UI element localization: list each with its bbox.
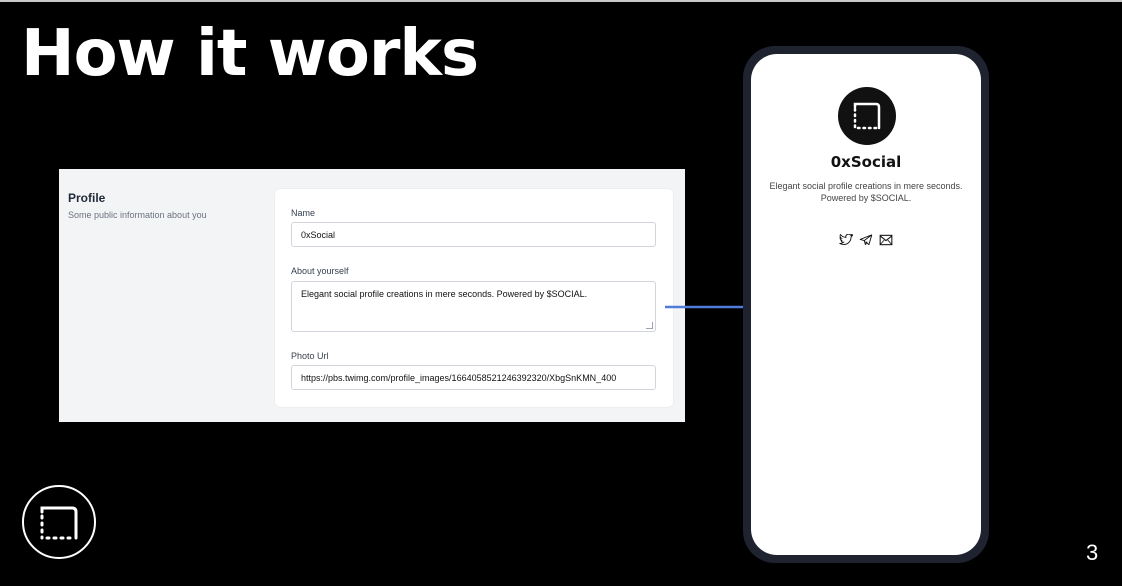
about-label: About yourself: [291, 266, 349, 276]
section-title: Profile: [68, 191, 106, 205]
twitter-icon[interactable]: [839, 234, 853, 246]
profile-bio: Elegant social profile creations in mere…: [751, 180, 981, 204]
about-text: Elegant social profile creations in mere…: [301, 289, 588, 299]
phone-mockup: 0xSocial Elegant social profile creation…: [743, 46, 989, 563]
bio-line-2: Powered by $SOCIAL.: [820, 193, 912, 203]
section-subtitle: Some public information about you: [68, 210, 207, 220]
name-label: Name: [291, 208, 316, 218]
photo-url-label: Photo Url: [291, 351, 329, 361]
telegram-icon[interactable]: [859, 234, 873, 246]
resize-handle-icon[interactable]: [646, 322, 653, 329]
slide-title: How it works: [21, 17, 479, 91]
email-icon[interactable]: [879, 234, 893, 246]
avatar: [838, 87, 896, 145]
profile-name: 0xSocial: [830, 153, 902, 171]
phone-screen: 0xSocial Elegant social profile creation…: [751, 54, 981, 555]
top-divider: [0, 0, 1122, 2]
page-number: 3: [1086, 540, 1099, 565]
form-card: Name 0xSocial About yourself Elegant soc…: [275, 189, 673, 407]
about-textarea[interactable]: Elegant social profile creations in mere…: [291, 281, 656, 332]
bio-line-1: Elegant social profile creations in mere…: [769, 181, 963, 191]
logo-icon: [853, 102, 881, 130]
name-field[interactable]: 0xSocial: [291, 222, 656, 247]
social-links: [751, 234, 981, 254]
photo-url-field[interactable]: https://pbs.twimg.com/profile_images/166…: [291, 365, 656, 390]
profile-form-screenshot: Profile Some public information about yo…: [59, 169, 685, 422]
brand-logo-icon: [22, 485, 96, 559]
